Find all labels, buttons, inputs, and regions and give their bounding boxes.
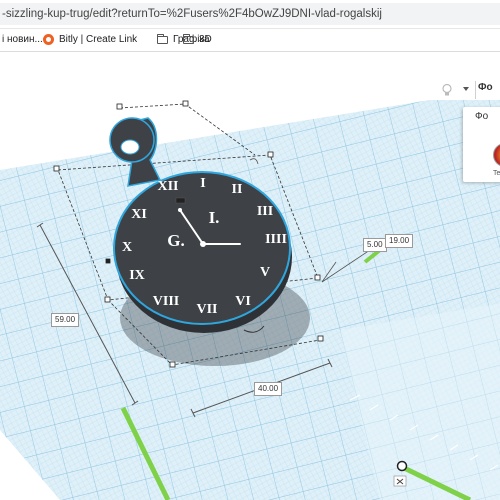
bookmark-news[interactable]: і новин... [2,34,43,45]
lightbulb-icon[interactable] [440,83,454,97]
numeral-11: XI [131,207,147,222]
width-dimension-label[interactable]: 40.00 [254,382,283,396]
shape-caption: Te [493,170,500,177]
numeral-1: I [200,176,205,191]
bookmark-label: Bitly | Create Link [59,34,138,45]
bookmarks-bar: і новин... Bitly | Create Link Графіка 3… [0,29,500,52]
initial-i: I. [209,208,220,227]
folder-icon [157,33,168,44]
initial-g: G. [167,231,184,250]
app-tool-bar [0,80,500,101]
url-text[interactable]: -sizzling-kup-trug/edit?returnTo=%2Fuser… [2,8,382,20]
numeral-8: VIII [153,294,179,309]
depth-dimension-label[interactable]: 5.00 [363,238,387,252]
numeral-10: X [122,240,132,255]
numeral-2: II [232,182,243,197]
bookmark-label: і новин... [2,34,43,45]
shape-thumbnail[interactable] [493,143,500,167]
browser-address-bar[interactable]: -sizzling-kup-trug/edit?returnTo=%2Fuser… [0,0,500,29]
clock-center [200,241,206,247]
shapes-panel-header[interactable]: Фо [478,82,500,98]
elevation-dimension-label[interactable]: 19.00 [385,234,414,248]
bookmark-label: 3D [199,34,212,45]
workplane-canvas[interactable]: XII I II III IIII V VI VII VIII IX X XI … [0,100,500,500]
chevron-down-icon[interactable] [462,85,470,93]
shapes-panel: Фо Te [463,107,500,182]
numeral-6: VI [235,294,251,309]
bookmark-bitly[interactable]: Bitly | Create Link [43,34,137,45]
app-top-bar [0,52,500,81]
toolbar-divider [475,81,476,99]
bookmark-3d[interactable]: 3D [183,33,212,45]
numeral-9: IX [129,268,145,283]
numeral-3: III [257,204,273,219]
numeral-5: V [260,265,270,280]
origin-handle [396,460,408,472]
numeral-7: VII [196,302,217,317]
folder-icon [183,33,194,44]
panel-title: Фо [475,111,489,122]
bitly-icon [43,34,54,45]
numeral-4: IIII [265,232,287,247]
numeral-12: XII [157,179,178,194]
height-dimension-label[interactable]: 59.00 [51,313,80,327]
